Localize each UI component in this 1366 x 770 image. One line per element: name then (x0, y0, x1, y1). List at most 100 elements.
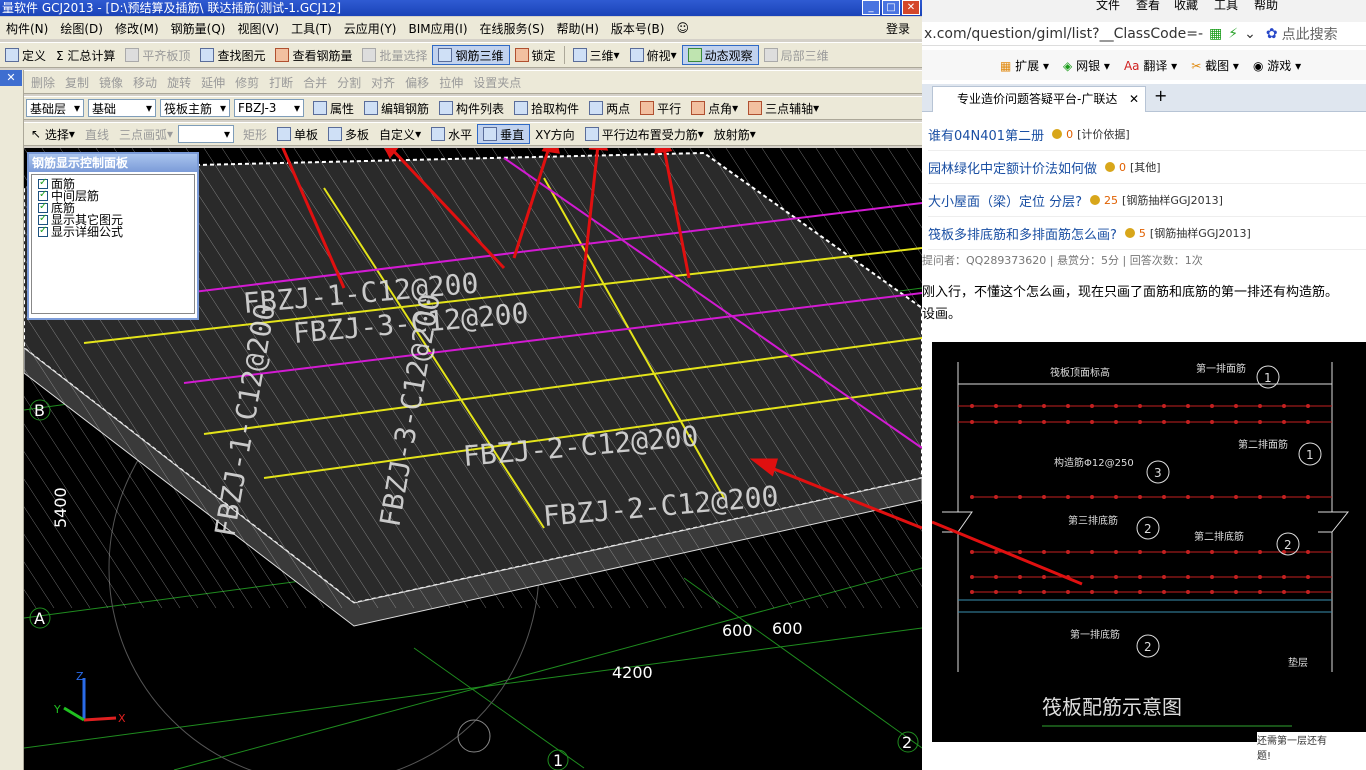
extend-button[interactable]: 延伸 (196, 72, 230, 92)
new-tab-icon[interactable]: + (1154, 86, 1167, 105)
find-element-button[interactable]: 查找图元 (195, 45, 270, 65)
translate-button[interactable]: Aa 翻译 ▾ (1124, 57, 1177, 74)
pick-component-button[interactable]: 拾取构件 (509, 98, 584, 118)
category-select[interactable]: 基础 ▾ (88, 99, 156, 117)
local-3d-button[interactable]: 局部三维 (759, 45, 834, 65)
dynamic-view-button[interactable]: 动态观察 (681, 45, 759, 65)
menu-rebar-qty[interactable]: 钢筋量(Q) (165, 20, 232, 37)
question-link[interactable]: 大小屋面（梁）定位 分层? (928, 191, 1082, 210)
games-button[interactable]: ◉ 游戏 ▾ (1253, 57, 1301, 74)
vertical-button[interactable]: 垂直 (477, 124, 531, 144)
two-points-button[interactable]: 两点 (584, 98, 635, 118)
menu-cloud[interactable]: 云应用(Y) (338, 20, 403, 37)
three-axis-button[interactable]: 三点辅轴 ▾ (743, 98, 824, 118)
list-item[interactable]: 园林绿化中定额计价法如何做 0 [其他] (928, 151, 1366, 184)
define-button[interactable]: 定义 (0, 45, 51, 65)
minimize-button[interactable]: _ (862, 0, 880, 15)
bank-button[interactable]: ◈ 网银 ▾ (1063, 57, 1110, 74)
menu-help[interactable]: 帮助 (1254, 0, 1278, 13)
menu-bim[interactable]: BIM应用(I) (402, 20, 473, 37)
component-list-button[interactable]: 构件列表 (434, 98, 509, 118)
menu-help[interactable]: 帮助(H) (550, 20, 604, 37)
axis-icon (748, 101, 763, 115)
set-grip-button[interactable]: 设置夹点 (468, 72, 526, 92)
menu-file[interactable]: 文件 (1096, 0, 1120, 13)
split-button[interactable]: 分割 (332, 72, 366, 92)
menu-version[interactable]: 版本号(B) (605, 20, 671, 37)
menu-favorites[interactable]: 收藏 (1174, 0, 1198, 13)
single-slab-button[interactable]: 单板 (272, 124, 323, 144)
question-link[interactable]: 筏板多排底筋和多排面筋怎么画? (928, 224, 1117, 243)
copy-button[interactable]: 复制 (60, 72, 94, 92)
tab-qa-platform[interactable]: 专业造价问题答疑平台-广联达 ✕ (932, 86, 1146, 112)
three-d-button[interactable]: 三维 ▾ (568, 45, 625, 65)
parallel-button[interactable]: 平行 (635, 98, 686, 118)
summary-button[interactable]: Σ 汇总计算 (51, 45, 120, 65)
merge-button[interactable]: 合并 (298, 72, 332, 92)
screenshot-button[interactable]: ✂ 截图 ▾ (1191, 57, 1239, 74)
rebar-dot (1306, 575, 1310, 579)
trim-button[interactable]: 修剪 (230, 72, 264, 92)
multi-slab-button[interactable]: 多板 (323, 124, 374, 144)
select-button[interactable]: ↖ 选择 ▾ (26, 124, 80, 144)
flush-top-button[interactable]: 平齐板顶 (120, 45, 195, 65)
menu-online[interactable]: 在线服务(S) (474, 20, 551, 37)
menu-tools[interactable]: 工具(T) (285, 20, 338, 37)
checkbox-detail-formula[interactable]: 显示详细公式 (38, 225, 188, 238)
properties-button[interactable]: 属性 (308, 98, 359, 118)
arc-mode-select[interactable]: ▾ (178, 125, 234, 143)
rotate-button[interactable]: 旋转 (162, 72, 196, 92)
top-view-button[interactable]: 俯视 ▾ (625, 45, 682, 65)
edit-rebar-button[interactable]: 编辑钢筋 (359, 98, 434, 118)
checkbox-icon (38, 213, 48, 225)
list-item[interactable]: 大小屋面（梁）定位 分层? 25 [钢筋抽样GGJ2013] (928, 184, 1366, 217)
radial-button[interactable]: 放射筋 ▾ (709, 124, 761, 144)
rebar-dot (994, 495, 998, 499)
component-select[interactable]: 筏板主筋 ▾ (160, 99, 230, 117)
menu-modify[interactable]: 修改(M) (109, 20, 165, 37)
address-bar[interactable]: x.com/question/giml/list?__ClassCode=- ▦… (922, 22, 1366, 46)
offset-button[interactable]: 偏移 (400, 72, 434, 92)
list-item[interactable]: 筏板多排底筋和多排面筋怎么画? 5 [钢筋抽样GGJ2013] (928, 217, 1366, 250)
corner-button[interactable]: 点角 ▾ (686, 98, 743, 118)
xy-direction-button[interactable]: XY方向 (530, 124, 580, 144)
ext-button[interactable]: ▦ 扩展 ▾ (1000, 57, 1049, 74)
break-button[interactable]: 打断 (264, 72, 298, 92)
menu-draw[interactable]: 绘图(D) (54, 20, 109, 37)
search-box[interactable]: 点此搜索 (1282, 24, 1338, 44)
close-button[interactable]: ✕ (902, 0, 920, 15)
login-link[interactable]: 登录 (880, 20, 916, 37)
custom-button[interactable]: 自定义 ▾ (374, 124, 426, 144)
close-tab-icon[interactable]: ✕ (1129, 87, 1139, 111)
list-item[interactable]: 谁有04N401第二册 0 [计价依据] (928, 118, 1366, 151)
parallel-edge-button[interactable]: 平行边布置受力筋 ▾ (580, 124, 709, 144)
menu-view[interactable]: 视图(V) (231, 20, 285, 37)
batch-select-button[interactable]: 批量选择 (357, 45, 432, 65)
layer-select[interactable]: 基础层 ▾ (26, 99, 84, 117)
mirror-button[interactable]: 镜像 (94, 72, 128, 92)
line-button[interactable]: 直线 (80, 124, 114, 144)
maximize-button[interactable]: □ (882, 0, 900, 15)
stretch-button[interactable]: 拉伸 (434, 72, 468, 92)
dropdown-icon[interactable]: ⌄ (1244, 26, 1256, 42)
list-icon (439, 101, 454, 115)
lock-button[interactable]: 锁定 (510, 45, 561, 65)
question-link[interactable]: 谁有04N401第二册 (928, 125, 1044, 144)
menu-component[interactable]: 构件(N) (0, 20, 54, 37)
rebar-3d-button[interactable]: 钢筋三维 (432, 45, 510, 65)
rebar-dot (1138, 404, 1142, 408)
view-rebar-button[interactable]: 查看钢筋量 (270, 45, 357, 65)
horizontal-button[interactable]: 水平 (426, 124, 477, 144)
name-select[interactable]: FBZJ-3 ▾ (234, 99, 304, 117)
move-button[interactable]: 移动 (128, 72, 162, 92)
lightning-icon[interactable]: ⚡ (1228, 26, 1238, 42)
arc-button[interactable]: 三点画弧 ▾ (114, 124, 178, 144)
delete-button[interactable]: 删除 (26, 72, 60, 92)
menu-tools[interactable]: 工具 (1214, 0, 1238, 13)
question-link[interactable]: 园林绿化中定额计价法如何做 (928, 158, 1097, 177)
qr-icon[interactable]: ▦ (1209, 26, 1222, 42)
dock-close-icon[interactable]: ✕ (0, 70, 22, 86)
menu-view[interactable]: 查看 (1136, 0, 1160, 13)
rect-button[interactable]: 矩形 (238, 124, 272, 144)
align-button[interactable]: 对齐 (366, 72, 400, 92)
